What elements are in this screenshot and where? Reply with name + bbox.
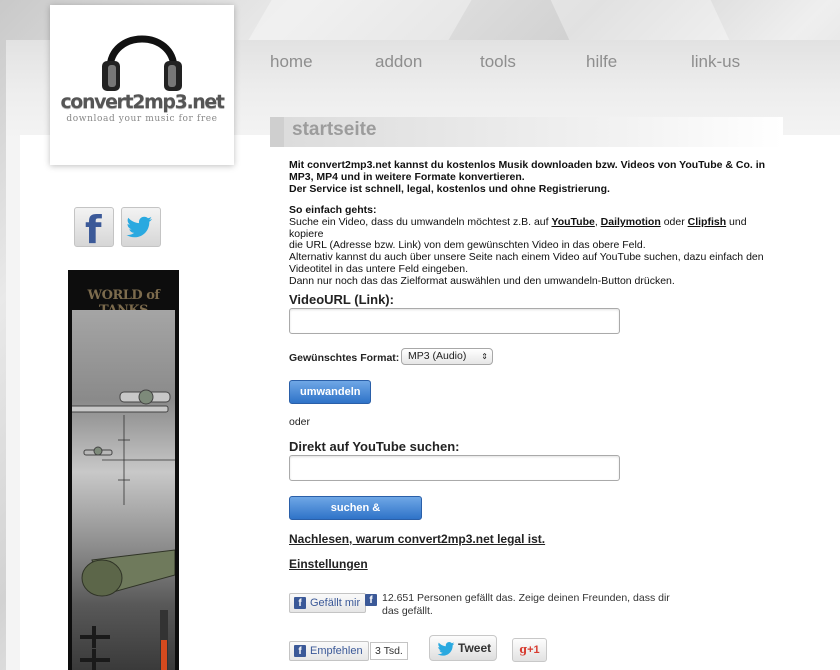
facebook-recommend-label: Empfehlen (310, 645, 363, 657)
howto-text-1: Suche ein Video, dass du umwandeln möcht… (289, 215, 549, 228)
section-title-bar: startseite (270, 117, 783, 147)
or-text: oder (289, 416, 311, 428)
logo-slogan: download your music for free (66, 114, 218, 124)
facebook-icon: f (365, 594, 377, 606)
tweet-button[interactable]: Tweet (429, 635, 497, 661)
facebook-icon: f (294, 645, 306, 657)
google-plus-button[interactable]: g+1 (512, 638, 547, 662)
youtube-search-input[interactable] (289, 455, 620, 481)
intro-line: Der Service ist schnell, legal, kostenlo… (289, 182, 610, 195)
headphones-icon (102, 35, 182, 91)
nav-item-hilfe[interactable]: hilfe (586, 52, 617, 72)
howto-title: So einfach gehts: (289, 204, 377, 216)
logo-title: convert2mp3.net (60, 91, 225, 113)
facebook-icon: f (85, 208, 102, 252)
settings-link[interactable]: Einstellungen (289, 557, 368, 571)
facebook-like-label: Gefällt mir (310, 597, 361, 609)
intro-line: MP3, MP4 und in weitere Formate konverti… (289, 170, 525, 183)
facebook-like-count-text: 12.651 Personen gefällt das. Zeige deine… (382, 592, 670, 617)
select-arrows-icon: ⇕ (481, 352, 488, 361)
ad-artwork (68, 310, 176, 670)
page-title: startseite (292, 119, 377, 140)
background-shard (550, 0, 730, 40)
twitter-bird-icon (437, 642, 455, 656)
video-url-input[interactable] (289, 308, 620, 334)
nav-item-addon[interactable]: addon (375, 52, 422, 72)
search-convert-button[interactable]: suchen & umwandeln (289, 496, 422, 536)
ad-banner[interactable]: WORLD of TANKS (68, 270, 179, 670)
howto-line: Videotitel in das untere Feld eingeben. (289, 262, 469, 275)
twitter-share-button[interactable] (121, 207, 161, 247)
format-label: Gewünschtes Format: (289, 352, 400, 364)
google-plus-icon: g (519, 643, 528, 656)
youtube-search-label: Direkt auf YouTube suchen: (289, 439, 460, 454)
intro-text: Mit convert2mp3.net kannst du kostenlos … (289, 159, 779, 195)
facebook-icon: f (294, 597, 306, 609)
clipfish-link[interactable]: Clipfish (688, 216, 727, 228)
nav-item-tools[interactable]: tools (480, 52, 516, 72)
tweet-label: Tweet (458, 641, 492, 655)
howto-separator: , (594, 215, 598, 228)
howto-text: So einfach gehts: Suche ein Video, dass … (289, 204, 779, 288)
twitter-bird-icon (126, 216, 152, 238)
background-shard (248, 0, 472, 40)
recommend-count: 3 Tsd. (370, 642, 408, 660)
facebook-recommend-button[interactable]: f Empfehlen (289, 641, 369, 661)
howto-oder: oder (663, 215, 685, 228)
format-selected-value: MP3 (Audio) (408, 350, 467, 362)
facebook-share-button[interactable]: f (74, 207, 114, 252)
google-plus-label: +1 (527, 644, 540, 656)
nav-item-link-us[interactable]: link-us (691, 52, 740, 72)
dailymotion-link[interactable]: Dailymotion (601, 216, 661, 228)
legal-info-link[interactable]: Nachlesen, warum convert2mp3.net legal i… (289, 532, 545, 546)
nav-item-home[interactable]: home (270, 52, 313, 72)
convert-button[interactable]: umwandeln (289, 380, 371, 404)
video-url-label: VideoURL (Link): (289, 292, 394, 307)
howto-line: Dann nur noch das das Zielformat auswähl… (289, 274, 675, 287)
format-select[interactable]: MP3 (Audio) ⇕ (401, 348, 493, 365)
site-logo[interactable]: convert2mp3.net download your music for … (50, 5, 234, 165)
youtube-link[interactable]: YouTube (551, 216, 594, 228)
facebook-like-button[interactable]: f Gefällt mir (289, 593, 367, 613)
